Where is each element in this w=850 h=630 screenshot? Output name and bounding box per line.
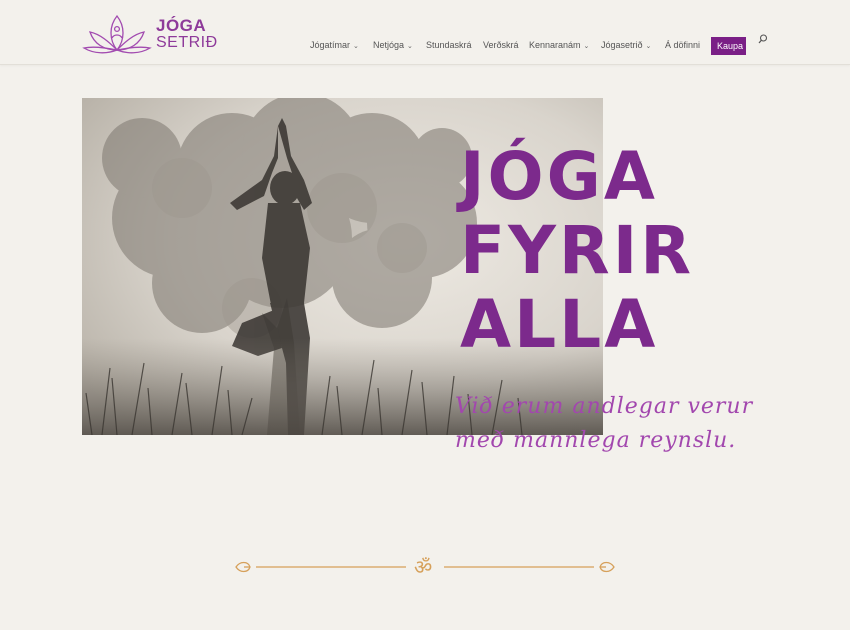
nav-item-netjoga[interactable]: Netjóga ⌄ bbox=[373, 40, 413, 50]
chevron-down-icon: ⌄ bbox=[353, 43, 359, 50]
nav-item-label: Kennaranám bbox=[529, 40, 581, 50]
hero-subtitle-line: Við erum andlegar verur bbox=[455, 394, 754, 419]
om-icon: ॐ bbox=[414, 555, 433, 579]
lotus-logo-icon bbox=[82, 14, 152, 54]
chevron-down-icon: ⌄ bbox=[407, 43, 413, 50]
hero-title: JÓGA FYRIR ALLA bbox=[460, 140, 694, 362]
logo-text-line2: SETRIÐ bbox=[156, 34, 218, 51]
nav-item-jogatimar[interactable]: Jógatímar ⌄ bbox=[310, 40, 359, 50]
hero-title-line: ALLA bbox=[460, 286, 659, 363]
nav-item-label: Verðskrá bbox=[483, 40, 519, 50]
hero-subtitle: Við erum andlegar verur með mannlega rey… bbox=[455, 390, 753, 458]
nav-item-label: Jógasetrið bbox=[601, 40, 643, 50]
logo[interactable]: JÓGA SETRIÐ bbox=[82, 12, 217, 56]
nav-item-verdskra[interactable]: Verðskrá bbox=[483, 40, 519, 50]
hero-title-line: FYRIR bbox=[460, 212, 695, 289]
nav-item-label: Á döfinni bbox=[665, 40, 701, 50]
nav-item-label: Jógatímar bbox=[310, 40, 351, 50]
site-header: JÓGA SETRIÐ Jógatímar ⌄ Netjóga ⌄ Stundask… bbox=[0, 0, 850, 65]
chevron-down-icon: ⌄ bbox=[583, 43, 590, 50]
nav-item-label: Netjóga bbox=[373, 40, 405, 50]
nav-item-a-dofinni[interactable]: Á döfinni bbox=[665, 40, 700, 50]
nav-item-jogasetrid[interactable]: Jógasetrið ⌄ bbox=[601, 40, 651, 50]
logo-text-line1: JÓGA bbox=[156, 16, 207, 35]
nav-item-kennaranam[interactable]: Kennaranám ⌄ bbox=[529, 40, 589, 50]
buy-button[interactable]: Kaupa bbox=[711, 37, 746, 55]
chevron-down-icon: ⌄ bbox=[645, 43, 652, 50]
nav-item-stundaskra[interactable]: Stundaskrá bbox=[426, 40, 472, 50]
hero-title-line: JÓGA bbox=[460, 138, 658, 215]
ornamental-divider: ॐ bbox=[234, 555, 616, 579]
search-icon[interactable] bbox=[758, 34, 768, 44]
nav-item-label: Stundaskrá bbox=[426, 40, 472, 50]
hero-subtitle-line: með mannlega reynslu. bbox=[455, 428, 737, 453]
